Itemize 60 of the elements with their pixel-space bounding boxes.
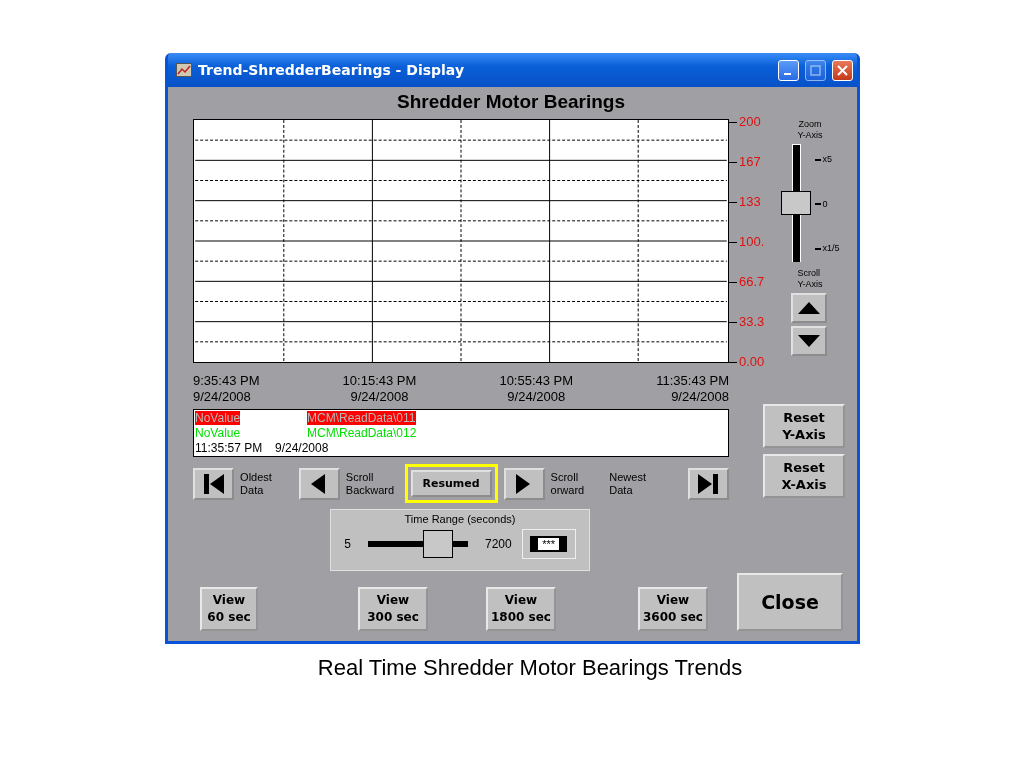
time-label: 11:35:43 PM 9/24/2008 [656,373,729,406]
resumed-button[interactable]: Resumed [404,464,498,503]
triangle-up-icon [798,302,820,314]
slider-thumb[interactable] [780,191,811,215]
zoom-mark: x1/5 [822,243,840,254]
range-min: 5 [344,537,351,551]
range-max: 7200 [485,537,512,551]
reset-button[interactable]: Reset X-Axis [763,454,845,498]
view-button[interactable]: View 60 sec [200,587,258,631]
axis-label: 0.00 [729,355,781,369]
chart-heading: Shredder Motor Bearings [395,91,626,113]
pen-value: NoValue [195,426,241,440]
app-icon [176,63,192,77]
minimize-button[interactable] [778,59,799,81]
skip-end-icon [696,471,721,496]
minimize-icon [783,73,791,75]
slider-thumb[interactable] [423,530,453,558]
zoom-slider[interactable] [780,144,813,262]
forward-button[interactable] [503,467,545,500]
close-icon [837,64,848,76]
time-label: 10:15:43 PM 9/24/2008 [342,373,417,406]
close-button[interactable]: Close [737,573,843,631]
pen-tag: MCM\ReadData\011 [307,411,416,425]
pen-value: NoValue [195,411,241,425]
value-button[interactable]: *** [521,529,576,559]
slide-caption: Real Time Shredder Motor Bearings Trends [316,655,744,681]
pen-tag: MCM\ReadData\012 [307,426,417,440]
cursor-time: 11:35:57 PM [195,441,263,455]
axis-label: 200 [729,115,781,129]
back-button[interactable] [298,467,340,500]
nav-label: Scroll Backward [345,470,396,497]
close-button[interactable] [832,59,853,81]
panel-title: Time Range (seconds) [404,513,516,525]
skip-end-icon [201,471,226,496]
zoom-mark: 0 [822,198,828,210]
scroll-down-button[interactable] [791,326,827,356]
window-title: Trend-ShredderBearings - Display [198,62,465,78]
view-button[interactable]: View 300 sec [358,587,428,631]
reset-button[interactable]: Reset Y-Axis [763,404,845,448]
maximize-icon [810,64,821,76]
zoom-label: Zoom Y-Axis [797,119,823,141]
axis-label: 100. [729,235,781,249]
axis-label: 167 [729,155,781,169]
triangle-down-icon [798,335,820,347]
scroll-label: Scroll Y-Axis [797,268,823,290]
nav-label: Scroll orward [550,470,586,497]
first-button[interactable] [193,467,235,500]
time-label: 9:35:43 PM 9/24/2008 [193,373,260,406]
view-button[interactable]: View 1800 sec [486,587,556,631]
zoom-mark: x5 [822,154,832,165]
nav-label: Oldest Data [240,470,273,497]
axis-label: 66.7 [729,275,781,289]
axis-label: 133 [729,195,781,209]
view-button[interactable]: View 3600 sec [638,587,708,631]
axis-label: 33.3 [729,315,781,329]
cursor-date: 9/24/2008 [275,441,329,455]
nav-label: Newest Data [609,470,647,497]
last-button[interactable] [687,467,730,500]
scroll-up-button[interactable] [791,293,827,323]
time-label: 10:55:43 PM 9/24/2008 [499,373,574,406]
